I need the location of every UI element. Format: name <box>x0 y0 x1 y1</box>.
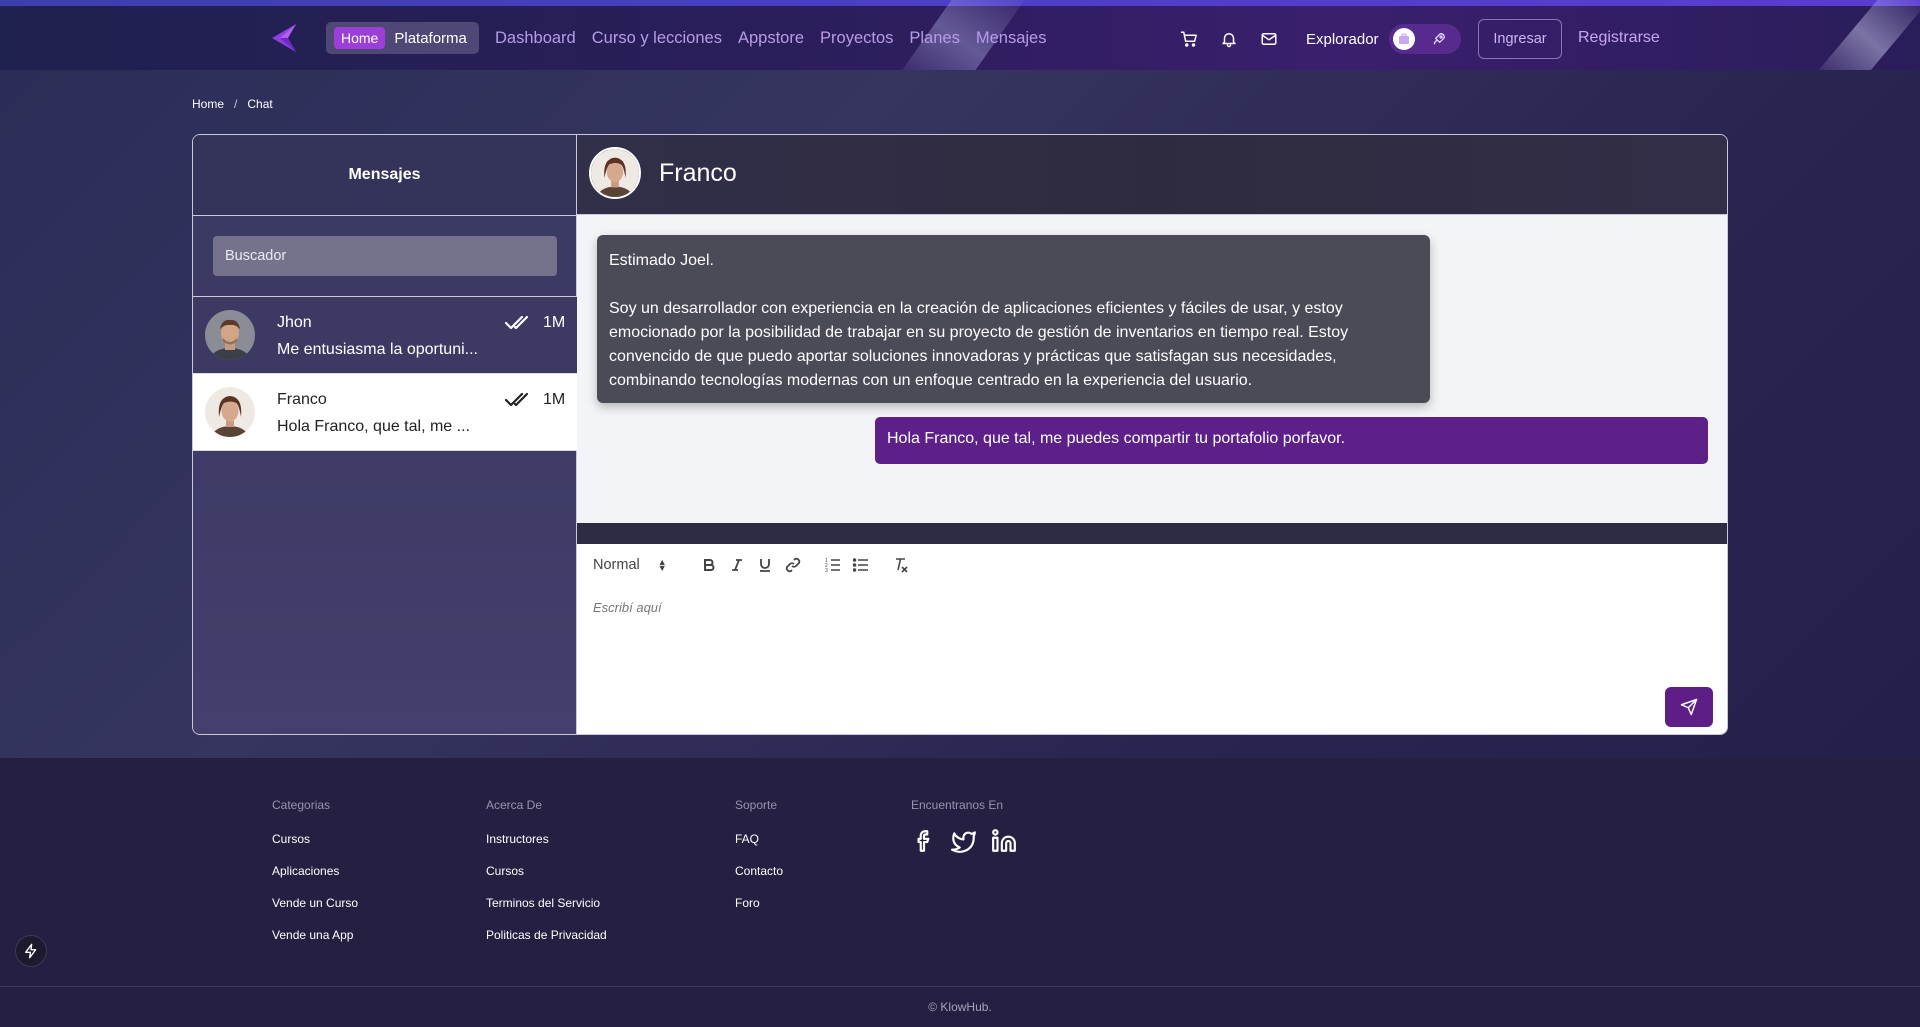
nav-link-mensajes[interactable]: Mensajes <box>976 29 1047 48</box>
bold-icon[interactable] <box>695 554 723 576</box>
home-pill[interactable]: Home <box>334 27 386 49</box>
linkedin-icon[interactable] <box>991 828 1017 854</box>
editor-placeholder[interactable]: Escribí aquí <box>593 600 662 615</box>
briefcase-icon <box>1399 33 1409 44</box>
mail-icon[interactable] <box>1260 30 1278 48</box>
message-greeting: Estimado Joel. <box>609 252 714 269</box>
footer-column-soporte: Soporte FAQ Contacto Foro <box>735 798 783 928</box>
messages-title: Mensajes <box>193 135 576 216</box>
footer-column-social: Encuentranos En <box>911 798 1017 854</box>
register-link[interactable]: Registrarse <box>1578 29 1660 47</box>
message-preview: Me entusiasma la oportuni... <box>277 341 478 358</box>
footer-link[interactable]: Cursos <box>486 864 607 878</box>
conversation-item-jhon[interactable]: Jhon Me entusiasma la oportuni... 1M <box>193 297 577 374</box>
svg-text:3: 3 <box>825 568 828 573</box>
nav-link-proyectos[interactable]: Proyectos <box>820 29 893 48</box>
format-select[interactable]: Normal ▲ ▼ <box>593 557 683 573</box>
format-select-value: Normal <box>593 557 640 573</box>
rocket-icon <box>1433 33 1445 45</box>
chat-panel: Franco Estimado Joel. Soy un desarrollad… <box>577 135 1727 734</box>
footer-link[interactable]: Foro <box>735 896 783 910</box>
underline-icon[interactable] <box>751 554 779 576</box>
nav-link-planes[interactable]: Planes <box>909 29 959 48</box>
mode-toggle[interactable] <box>1389 24 1461 54</box>
cart-icon[interactable] <box>1180 30 1198 48</box>
ordered-list-icon[interactable]: 123 <box>819 554 847 576</box>
footer-column-categorias: Categorias Cursos Aplicaciones Vende un … <box>272 798 358 960</box>
footer-link[interactable]: FAQ <box>735 832 783 846</box>
message-body: Hola Franco, que tal, me puedes comparti… <box>887 430 1346 447</box>
footer-heading: Categorias <box>272 798 331 812</box>
nav-link-appstore[interactable]: Appstore <box>738 29 804 48</box>
platform-pill[interactable]: Plataforma <box>394 30 467 47</box>
footer-link[interactable]: Terminos del Servicio <box>486 896 607 910</box>
message-thread: Estimado Joel. Soy un desarrollador con … <box>577 215 1727 523</box>
quick-action-button[interactable] <box>15 935 47 967</box>
nav-link-dashboard[interactable]: Dashboard <box>495 29 576 48</box>
message-time: 1M <box>543 314 566 331</box>
chat-card: Mensajes Jhon Me entusiasma la oportuni.… <box>192 134 1728 735</box>
chat-contact-name: Franco <box>659 159 737 187</box>
breadcrumb: Home / Chat <box>192 97 273 111</box>
navbar: Home Plataforma Dashboard Curso y leccio… <box>0 0 1920 70</box>
footer-link[interactable]: Vende un Curso <box>272 896 358 910</box>
footer: Categorias Cursos Aplicaciones Vende un … <box>0 758 1920 1027</box>
login-button[interactable]: Ingresar <box>1478 19 1562 59</box>
copyright: © KlowHub. <box>0 986 1920 1027</box>
facebook-icon[interactable] <box>911 828 937 854</box>
conversation-list-panel: Mensajes Jhon Me entusiasma la oportuni.… <box>193 135 577 734</box>
footer-heading: Encuentranos En <box>911 798 1004 812</box>
navbar-light-streak <box>1809 0 1920 70</box>
message-preview: Hola Franco, que tal, me ... <box>277 418 470 435</box>
footer-link[interactable]: Aplicaciones <box>272 864 358 878</box>
double-check-icon <box>505 315 529 330</box>
footer-link[interactable]: Cursos <box>272 832 358 846</box>
social-links <box>911 828 1017 854</box>
breadcrumb-current: Chat <box>247 97 273 111</box>
footer-column-acerca: Acerca De Instructores Cursos Terminos d… <box>486 798 607 960</box>
main-nav: Dashboard Curso y lecciones Appstore Pro… <box>495 29 1046 48</box>
send-button[interactable] <box>1665 687 1713 727</box>
clear-format-icon[interactable] <box>887 554 915 576</box>
bell-icon[interactable] <box>1220 30 1238 48</box>
avatar <box>205 310 255 360</box>
footer-link[interactable]: Vende una App <box>272 928 358 942</box>
message-editor: Normal ▲ ▼ 123 Escribí aquí <box>577 544 1727 734</box>
nav-link-cursos[interactable]: Curso y lecciones <box>592 29 722 48</box>
editor-divider <box>577 523 1727 544</box>
conversation-item-franco[interactable]: Franco Hola Franco, que tal, me ... 1M <box>193 374 577 451</box>
link-icon[interactable] <box>779 554 807 576</box>
home-platform-switch[interactable]: Home Plataforma <box>326 22 479 54</box>
editor-toolbar: Normal ▲ ▼ 123 <box>593 554 915 576</box>
search-input[interactable] <box>213 236 557 276</box>
footer-link[interactable]: Instructores <box>486 832 607 846</box>
send-icon <box>1680 698 1698 716</box>
lightning-icon <box>25 943 37 959</box>
avatar <box>205 387 255 437</box>
incoming-message: Estimado Joel. Soy un desarrollador con … <box>597 235 1430 403</box>
select-arrows-icon: ▲ ▼ <box>657 557 667 573</box>
contact-avatar <box>589 147 641 199</box>
footer-heading: Acerca De <box>486 798 543 812</box>
message-body: Soy un desarrollador con experiencia en … <box>609 300 1349 389</box>
breadcrumb-home[interactable]: Home <box>192 97 224 111</box>
italic-icon[interactable] <box>723 554 751 576</box>
breadcrumb-separator: / <box>234 97 238 111</box>
contact-name: Jhon <box>277 314 312 331</box>
search-wrapper <box>193 216 576 297</box>
contact-name: Franco <box>277 391 327 408</box>
explorador-label: Explorador <box>1306 31 1379 48</box>
message-time: 1M <box>543 391 566 408</box>
footer-link[interactable]: Politicas de Privacidad <box>486 928 607 942</box>
footer-heading: Soporte <box>735 798 778 812</box>
double-check-icon <box>505 392 529 407</box>
outgoing-message: Hola Franco, que tal, me puedes comparti… <box>875 417 1708 464</box>
chat-header: Franco <box>577 135 1727 215</box>
footer-link[interactable]: Contacto <box>735 864 783 878</box>
twitter-icon[interactable] <box>951 828 977 854</box>
bullet-list-icon[interactable] <box>847 554 875 576</box>
toggle-knob <box>1393 28 1415 50</box>
klowhub-logo-icon[interactable] <box>266 20 302 56</box>
